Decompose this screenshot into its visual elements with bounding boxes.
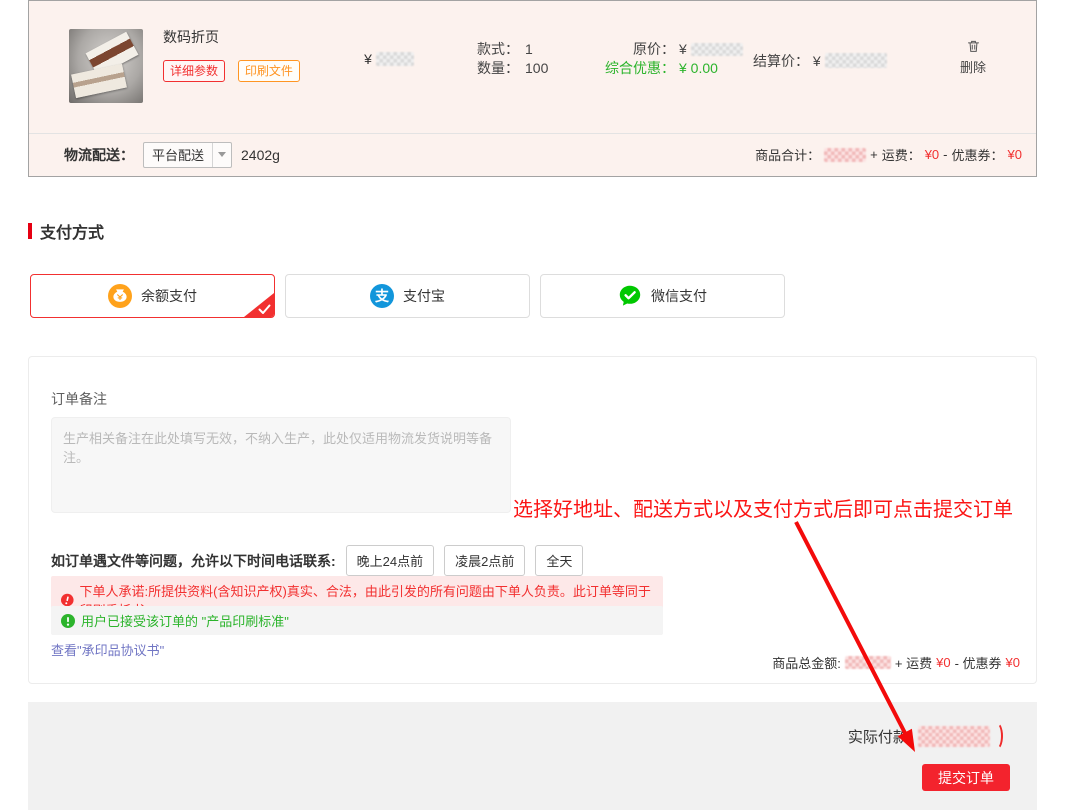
- style-value: 1: [519, 40, 548, 59]
- original-price-value: ¥: [675, 40, 743, 59]
- agreement-link[interactable]: 查看"承印品协议书": [51, 640, 164, 659]
- product-info: 数码折页 详细参数 印刷文件: [163, 27, 309, 82]
- settle-currency: ¥: [813, 53, 821, 69]
- pay-method-wechat[interactable]: 微信支付: [540, 274, 785, 318]
- qty-label: 数量：: [467, 59, 519, 78]
- detail-params-tag[interactable]: 详细参数: [163, 60, 225, 82]
- discount-label: 综合优惠：: [589, 59, 675, 78]
- actual-payment-row: 实际付款:: [848, 722, 1003, 750]
- info-icon: [61, 614, 75, 628]
- alipay-icon: 支: [370, 284, 394, 308]
- contact-time-label: 如订单遇文件等问题，允许以下时间电话联系:: [51, 551, 336, 571]
- helper-annotation-text: 选择好地址、配送方式以及支付方式后即可点击提交订单: [513, 493, 1013, 522]
- settle-price-blurred: [825, 53, 887, 68]
- shipping-value: ¥0: [925, 147, 939, 162]
- payment-section-title: 支付方式: [40, 219, 104, 243]
- order-total-shipping-amt: ¥0: [936, 655, 950, 670]
- logistics-left: 物流配送： 平台配送 2402g: [64, 142, 280, 168]
- price-currency: ¥: [364, 51, 372, 67]
- logistics-row: 物流配送： 平台配送 2402g 商品合计： + 运费： ¥0 - 优惠券： ¥…: [29, 133, 1036, 176]
- contact-option-before-24[interactable]: 晚上24点前: [346, 545, 434, 576]
- discount-value: ¥ 0.00: [675, 59, 743, 78]
- pay-balance-label: 余额支付: [141, 286, 197, 306]
- check-icon: [258, 304, 271, 315]
- trash-icon: [966, 38, 981, 54]
- original-price-label: 原价：: [589, 40, 675, 59]
- order-note-textarea[interactable]: [51, 417, 511, 513]
- contact-time-row: 如订单遇文件等问题，允许以下时间电话联系: 晚上24点前 凌晨2点前 全天: [51, 545, 583, 576]
- contact-option-all-day[interactable]: 全天: [535, 545, 583, 576]
- cart-box: 数码折页 详细参数 印刷文件 ¥ 款式： 1 数量： 100: [28, 0, 1037, 177]
- product-title: 数码折页: [163, 27, 309, 47]
- order-total-coupon-label: - 优惠券: [955, 653, 1002, 672]
- checkout-page: 数码折页 详细参数 印刷文件 ¥ 款式： 1 数量： 100: [0, 0, 1068, 810]
- actual-payment-label: 实际付款:: [848, 726, 912, 747]
- product-thumbnail[interactable]: [69, 29, 143, 103]
- weight-value: 2402g: [241, 147, 280, 163]
- logistics-label: 物流配送：: [64, 145, 134, 165]
- submit-order-button[interactable]: 提交订单: [922, 764, 1010, 791]
- product-tags: 详细参数 印刷文件: [163, 60, 309, 82]
- order-total-coupon-amt: ¥0: [1006, 655, 1020, 670]
- style-label: 款式：: [467, 40, 519, 59]
- order-total-blurred: [845, 656, 891, 669]
- pay-method-alipay[interactable]: 支 支付宝: [285, 274, 530, 318]
- original-price-column: 原价： ¥ 综合优惠： ¥ 0.00: [589, 40, 743, 78]
- product-price-column: ¥: [329, 51, 449, 67]
- order-total-row: 商品总金额: + 运费 ¥0 - 优惠券 ¥0: [772, 653, 1020, 672]
- orig-currency: ¥: [679, 41, 687, 57]
- delivery-method-value: 平台配送: [144, 145, 212, 164]
- settle-price-label: 结算价：: [753, 53, 809, 69]
- order-total-label: 商品总金额:: [772, 653, 841, 672]
- chevron-down-icon: [218, 152, 226, 157]
- delivery-method-select[interactable]: 平台配送: [143, 142, 232, 168]
- bottom-action-bar: 实际付款: 提交订单: [28, 702, 1037, 810]
- brochure-shape: [71, 64, 127, 98]
- delete-label: 删除: [960, 60, 986, 75]
- alert-icon: [61, 593, 74, 607]
- alipay-glyph: 支: [375, 286, 389, 306]
- style-qty-column: 款式： 1 数量： 100: [467, 40, 548, 78]
- money-bag-icon: [108, 284, 132, 308]
- shipping-label: 运费：: [882, 145, 921, 164]
- pay-wechat-label: 微信支付: [651, 286, 707, 306]
- product-row: 数码折页 详细参数 印刷文件 ¥ 款式： 1 数量： 100: [29, 1, 1036, 134]
- contact-option-before-2am[interactable]: 凌晨2点前: [444, 545, 525, 576]
- original-price-blurred: [691, 43, 743, 56]
- section-accent-bar: [28, 223, 32, 239]
- minus-sign: -: [943, 147, 947, 162]
- select-caret-area: [212, 143, 231, 167]
- price-blurred: [376, 52, 414, 66]
- qty-value: 100: [519, 59, 548, 78]
- order-total-shipping-label: + 运费: [895, 653, 932, 672]
- print-file-tag[interactable]: 印刷文件: [238, 60, 300, 82]
- payment-section-header: 支付方式: [28, 219, 104, 243]
- subtotal-label: 商品合计：: [755, 145, 820, 164]
- coupon-value: ¥0: [1008, 147, 1022, 162]
- pay-alipay-label: 支付宝: [403, 286, 445, 306]
- order-note-label: 订单备注: [51, 389, 107, 409]
- logistics-subtotal: 商品合计： + 运费： ¥0 - 优惠券： ¥0: [755, 145, 1022, 164]
- wechat-pay-icon: [618, 284, 642, 308]
- plus-sign: +: [870, 147, 878, 162]
- pay-method-balance[interactable]: 余额支付: [30, 274, 275, 318]
- subtotal-blurred: [824, 148, 866, 162]
- coupon-label: 优惠券：: [952, 145, 1004, 164]
- standard-accepted-text: 用户已接受该订单的 "产品印刷标准": [81, 611, 289, 630]
- red-paren-mark: [990, 722, 1003, 750]
- actual-payment-blurred: [918, 726, 990, 747]
- settle-price-column: 结算价： ¥: [753, 51, 887, 71]
- delete-item-button[interactable]: 删除: [949, 38, 997, 76]
- standard-accepted-notice: 用户已接受该订单的 "产品印刷标准": [51, 606, 663, 635]
